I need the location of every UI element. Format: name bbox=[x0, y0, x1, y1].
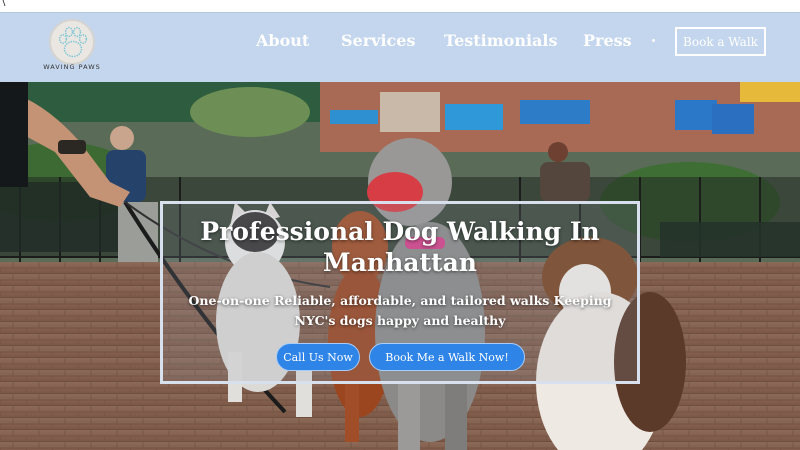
logo[interactable] bbox=[49, 19, 95, 65]
paw-print-icon bbox=[58, 26, 88, 58]
nav-about[interactable]: About bbox=[256, 31, 309, 50]
book-a-walk-button[interactable]: Book a Walk bbox=[675, 27, 766, 56]
nav-overflow-dot bbox=[652, 39, 655, 42]
hero-subtitle: One-on-one Reliable, affordable, and tai… bbox=[188, 293, 612, 328]
hero-section: Professional Dog Walking In Manhattan On… bbox=[0, 82, 800, 450]
site-header: WAVING PAWS About Services Testimonials … bbox=[0, 12, 800, 82]
nav-testimonials[interactable]: Testimonials bbox=[444, 31, 558, 50]
stray-mark: \ bbox=[2, 0, 6, 8]
nav-services[interactable]: Services bbox=[341, 31, 415, 50]
hero-title: Professional Dog Walking In Manhattan bbox=[200, 217, 600, 277]
call-us-now-button[interactable]: Call Us Now bbox=[276, 343, 360, 371]
book-me-a-walk-button[interactable]: Book Me a Walk Now! bbox=[369, 343, 525, 371]
browser-top-strip: \ bbox=[0, 0, 800, 12]
hero-overlay-box: Professional Dog Walking In Manhattan On… bbox=[160, 201, 640, 384]
brand-name: WAVING PAWS bbox=[43, 63, 101, 71]
nav-press[interactable]: Press bbox=[583, 31, 632, 50]
